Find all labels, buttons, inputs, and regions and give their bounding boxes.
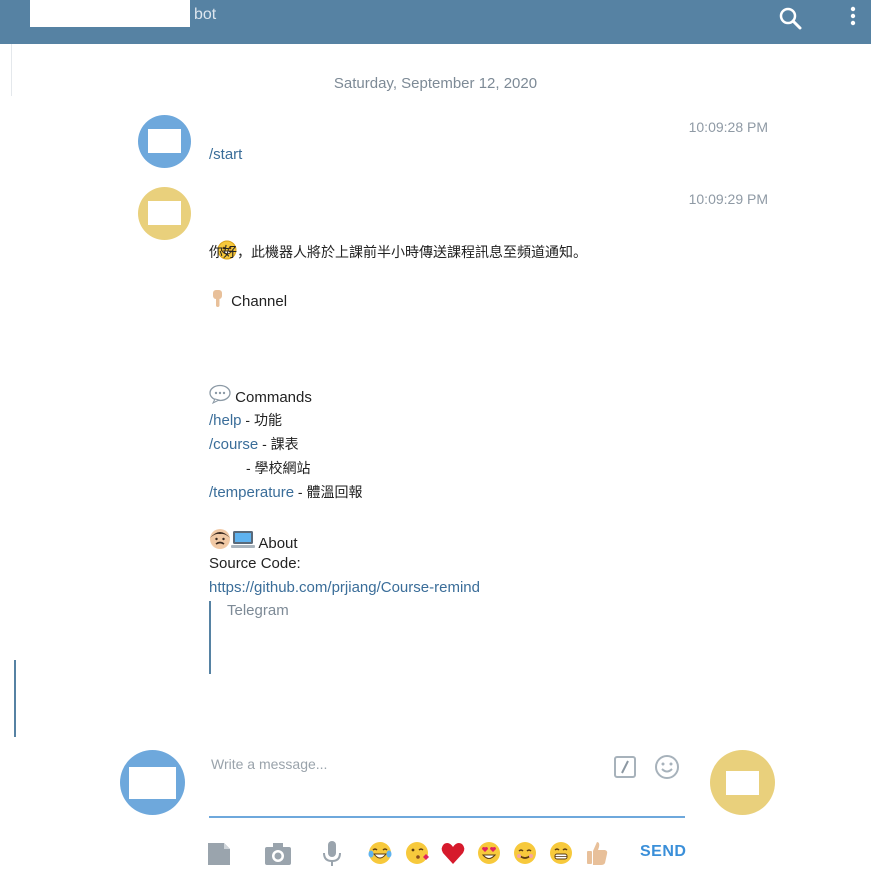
- commands-line: Commands: [209, 384, 312, 410]
- command-icon[interactable]: [614, 756, 636, 778]
- date-separator: Saturday, September 12, 2020: [333, 75, 538, 92]
- scrollbar[interactable]: [14, 660, 16, 737]
- channel-label: Channel: [231, 293, 288, 310]
- heart-emoji[interactable]: [440, 838, 466, 868]
- help-command-link[interactable]: /help: [209, 412, 242, 429]
- self-avatar[interactable]: [120, 750, 185, 815]
- file-icon[interactable]: [207, 838, 231, 868]
- help-line: /help - 功能: [209, 408, 282, 433]
- user-avatar[interactable]: [138, 115, 191, 168]
- smiling-emoji[interactable]: [512, 838, 538, 868]
- speech-bubble-emoji: [209, 384, 231, 404]
- channel-line: Channel: [209, 288, 287, 314]
- more-icon[interactable]: [847, 5, 859, 29]
- about-label: About: [258, 535, 298, 552]
- source-code-label: Source Code:: [209, 555, 301, 572]
- greeting-text: 你好，此機器人將於上課前半小時傳送課程訊息至頻道通知。: [209, 244, 587, 260]
- redacted-bot-name: [30, 0, 190, 27]
- temperature-line: /temperature - 體溫回報: [209, 480, 363, 505]
- school-site-text: - 學校網站: [246, 460, 311, 476]
- pointing-down-emoji: [213, 290, 222, 307]
- kissing-emoji[interactable]: [404, 838, 430, 868]
- grin-emoji[interactable]: [548, 838, 574, 868]
- smiley-icon[interactable]: [654, 754, 680, 780]
- message-time: 10:09:29 PM: [688, 191, 768, 207]
- bot-avatar[interactable]: [138, 187, 191, 240]
- help-desc: - 功能: [241, 412, 282, 428]
- course-command-link[interactable]: /course: [209, 436, 258, 453]
- link-preview-bar: [209, 601, 211, 674]
- avatar-redaction: [726, 771, 759, 795]
- message-time: 10:09:28 PM: [688, 119, 768, 135]
- message-input[interactable]: [209, 750, 593, 778]
- avatar-redaction: [129, 767, 176, 799]
- course-desc: - 課表: [258, 436, 299, 452]
- link-preview-site[interactable]: Telegram: [227, 602, 289, 619]
- avatar-redaction: [148, 129, 181, 153]
- chat-title[interactable]: bot: [194, 6, 216, 24]
- camera-icon[interactable]: [264, 838, 292, 868]
- thumbs-up-emoji[interactable]: [584, 838, 610, 868]
- temperature-desc: - 體溫回報: [294, 484, 363, 500]
- heart-eyes-emoji[interactable]: [476, 838, 502, 868]
- tears-of-joy-emoji[interactable]: [367, 838, 393, 868]
- source-code-link[interactable]: https://github.com/prjiang/Course-remind: [209, 576, 480, 600]
- course-line: /course - 課表: [209, 432, 299, 457]
- avatar-redaction: [148, 201, 181, 225]
- commands-label: Commands: [235, 389, 312, 406]
- composer: [209, 746, 685, 818]
- temperature-command-link[interactable]: /temperature: [209, 484, 294, 501]
- top-bar: bot: [0, 0, 871, 44]
- start-command-link[interactable]: /start: [209, 143, 242, 167]
- man-emoji: [210, 529, 230, 549]
- search-icon[interactable]: [778, 6, 802, 30]
- bot-avatar-large[interactable]: [710, 750, 775, 815]
- mic-icon[interactable]: [320, 838, 344, 868]
- send-button[interactable]: SEND: [640, 843, 686, 861]
- computer-emoji: [231, 531, 255, 548]
